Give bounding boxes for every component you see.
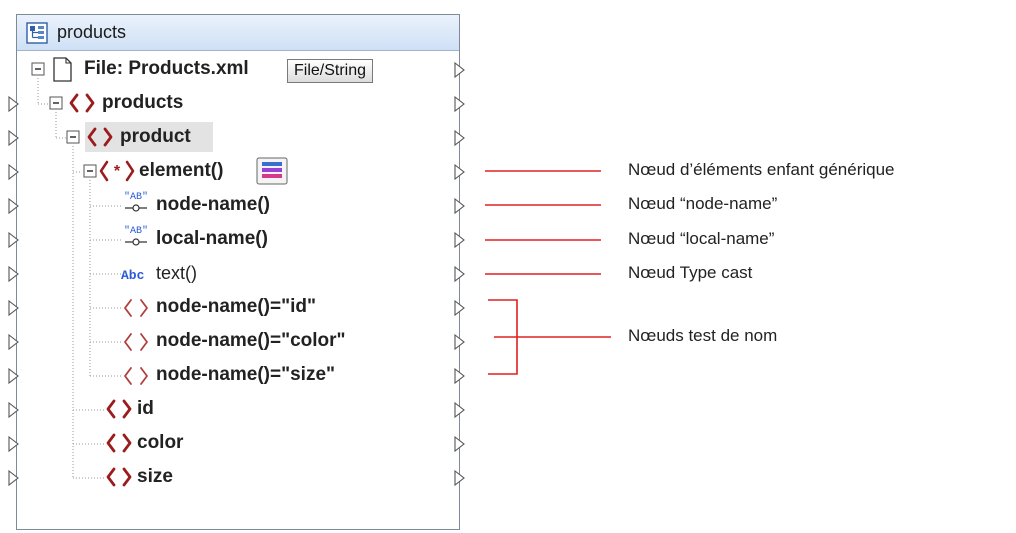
child-element-icons	[106, 399, 132, 487]
input-port[interactable]	[8, 333, 19, 351]
tree-item-products[interactable]: products	[102, 92, 183, 114]
input-port[interactable]	[8, 197, 19, 215]
node-name-icon: "AB"	[124, 191, 148, 212]
output-port[interactable]	[454, 95, 465, 113]
output-port[interactable]	[454, 435, 465, 453]
tree-item-local-name[interactable]: local-name()	[156, 228, 268, 250]
name-test-icons	[124, 299, 148, 385]
annotation-lines	[485, 170, 611, 375]
annotation-type-cast: Nœud Type cast	[628, 263, 753, 282]
file-label: File: Products.xml	[84, 58, 249, 79]
collapse-toggle-product[interactable]	[66, 130, 80, 144]
tree-item-size[interactable]: size	[137, 466, 173, 488]
tree-item-node-name-id[interactable]: node-name()="id"	[156, 296, 316, 318]
wildcard-element-icon: *	[99, 160, 135, 182]
tree-item-id[interactable]: id	[137, 398, 154, 420]
input-port[interactable]	[8, 299, 19, 317]
tree-item-color[interactable]: color	[137, 432, 183, 454]
tree-item-element[interactable]: element()	[139, 160, 223, 182]
svg-text:*: *	[114, 163, 121, 180]
output-port[interactable]	[454, 333, 465, 351]
local-name-icon: "AB"	[124, 225, 148, 246]
collapse-toggle-products[interactable]	[49, 96, 63, 110]
output-port[interactable]	[454, 265, 465, 283]
input-port[interactable]	[8, 265, 19, 283]
file-string-button[interactable]: File/String	[287, 59, 374, 83]
annotation-generic-child: Nœud d’éléments enfant générique	[628, 160, 895, 179]
ports[interactable]	[8, 61, 465, 487]
output-port[interactable]	[454, 197, 465, 215]
mapping-diagram: products * "AB" "AB" Abc File: Products.…	[0, 0, 1016, 533]
annotation-name-test: Nœuds test de nom	[628, 326, 778, 345]
output-port[interactable]	[454, 163, 465, 181]
input-port[interactable]	[8, 469, 19, 487]
output-port[interactable]	[454, 401, 465, 419]
ab-badge-text: "AB"	[124, 225, 148, 237]
function-icon[interactable]	[256, 157, 288, 185]
text-type-icon: Abc	[121, 268, 145, 283]
annotation-node-name: Nœud “node-name”	[628, 194, 778, 213]
input-port[interactable]	[8, 401, 19, 419]
output-port[interactable]	[454, 299, 465, 317]
collapse-toggle-element[interactable]	[83, 164, 97, 178]
tree-item-node-name-size[interactable]: node-name()="size"	[156, 364, 335, 386]
input-port[interactable]	[8, 129, 19, 147]
tree-item-node-name-color[interactable]: node-name()="color"	[156, 330, 346, 352]
output-port[interactable]	[454, 469, 465, 487]
tree-item-product[interactable]: product	[120, 126, 191, 148]
annotation-local-name: Nœud “local-name”	[628, 229, 775, 248]
file-icon	[53, 57, 72, 82]
output-port[interactable]	[454, 61, 465, 79]
input-port[interactable]	[8, 163, 19, 181]
element-icon-products	[69, 93, 95, 113]
collapse-toggle-file[interactable]	[31, 62, 45, 76]
input-port[interactable]	[8, 367, 19, 385]
ab-badge-text: "AB"	[124, 191, 148, 203]
tree-item-text[interactable]: text()	[156, 262, 197, 284]
output-port[interactable]	[454, 231, 465, 249]
input-port[interactable]	[8, 95, 19, 113]
output-port[interactable]	[454, 367, 465, 385]
output-port[interactable]	[454, 129, 465, 147]
input-port[interactable]	[8, 435, 19, 453]
input-port[interactable]	[8, 231, 19, 249]
tree-item-node-name[interactable]: node-name()	[156, 194, 270, 216]
